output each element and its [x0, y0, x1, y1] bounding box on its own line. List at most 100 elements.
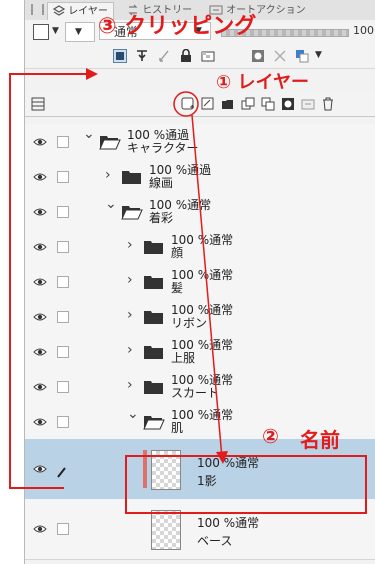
folder-expand-icon[interactable]: ›	[127, 342, 133, 358]
folder-icon	[144, 276, 163, 289]
layer-name-label[interactable]: 1影	[197, 472, 259, 490]
lock-icon[interactable]	[179, 49, 193, 63]
panel-grip-icon[interactable]	[31, 4, 44, 15]
layers-icon	[53, 5, 65, 16]
visibility-eye-icon[interactable]	[33, 277, 47, 287]
layer-name-label: リボン	[171, 316, 208, 330]
layer-name: 100 %通常髪	[171, 269, 233, 295]
folder-row[interactable]: ⌄ 100 %通常 着彩	[25, 194, 375, 230]
folder-expand-icon[interactable]: ›	[127, 237, 133, 253]
layer-row[interactable]: 100 %通常 ベース	[25, 499, 375, 560]
layer-name: 100 %通常 着彩	[149, 199, 211, 225]
layer-name-label: 顔	[171, 246, 184, 260]
folder-icon	[144, 311, 163, 324]
draft-layer-icon[interactable]	[157, 49, 171, 63]
folder-icon	[122, 171, 141, 184]
layer-lock-checkbox[interactable]	[57, 206, 69, 218]
folder-row[interactable]: › 100 %通常 スカート	[25, 369, 375, 405]
annotation-2-text: 名前	[300, 428, 340, 452]
folder-row[interactable]: › 100 %通常 リボン	[25, 299, 375, 335]
swatch-dropdown-icon[interactable]: ▼	[52, 26, 59, 36]
visibility-eye-icon[interactable]	[33, 382, 47, 392]
folder-row[interactable]: ⌄ 100 %通過 キャラクター	[25, 124, 375, 160]
layer-name: 100 %通常 スカート	[171, 374, 233, 400]
folder-collapse-icon[interactable]: ⌄	[127, 406, 139, 422]
folder-row[interactable]: › 100 %通常顔	[25, 229, 375, 265]
folder-row[interactable]: › 100 %通過 線画	[25, 159, 375, 195]
folder-icon	[144, 241, 163, 254]
layer-lock-checkbox[interactable]	[57, 311, 69, 323]
annotation-3: ③ クリッピング	[98, 14, 257, 39]
copy-layer-icon[interactable]	[241, 97, 255, 111]
layer-name-label: 着彩	[149, 211, 174, 225]
visibility-eye-icon[interactable]	[33, 242, 47, 252]
layer-lock-checkbox[interactable]	[57, 171, 69, 183]
visibility-eye-icon[interactable]	[33, 172, 47, 182]
layer-color-dropdown-icon[interactable]: ▼	[315, 50, 322, 60]
clipping-indicator	[143, 450, 147, 488]
folder-expand-icon[interactable]: ›	[127, 272, 133, 288]
mask-enable-icon[interactable]	[251, 49, 265, 63]
visibility-eye-icon[interactable]	[33, 524, 47, 534]
visibility-eye-icon[interactable]	[33, 417, 47, 427]
layer-lock-checkbox[interactable]	[57, 416, 69, 428]
folder-row[interactable]: › 100 %通常髪	[25, 264, 375, 300]
expression-color-select[interactable]: ▼	[65, 22, 95, 42]
layer-lock-checkbox[interactable]	[57, 346, 69, 358]
open-folder-icon	[99, 136, 121, 150]
open-folder-icon	[121, 206, 143, 220]
folder-expand-icon[interactable]: ›	[105, 167, 111, 183]
layer-thumbnail	[151, 510, 181, 550]
layer-lock-checkbox[interactable]	[57, 381, 69, 393]
layer-name: 100 %通常肌	[171, 409, 233, 435]
lock-transparent-icon[interactable]	[201, 49, 215, 63]
visibility-eye-icon[interactable]	[33, 207, 47, 217]
editing-pen-icon[interactable]	[57, 463, 67, 478]
clip-to-lower-icon[interactable]	[113, 49, 127, 63]
new-raster-layer-icon[interactable]	[181, 97, 195, 111]
layer-name-label: 髪	[171, 281, 184, 295]
visibility-eye-icon[interactable]	[33, 312, 47, 322]
layer-name-label: 線画	[149, 176, 174, 190]
layer-name: 100 %通過 キャラクター	[127, 129, 199, 155]
layer-color-icon[interactable]	[295, 49, 309, 63]
reference-layer-icon[interactable]	[135, 49, 149, 63]
visibility-eye-icon[interactable]	[33, 347, 47, 357]
folder-expand-icon[interactable]: ›	[127, 377, 133, 393]
folder-expand-icon[interactable]: ›	[127, 307, 133, 323]
visibility-eye-icon[interactable]	[33, 464, 47, 474]
layer-blend-label: 100 %通常	[197, 456, 260, 470]
layer-panel: レイヤー ヒストリー オートアクション ▼ ▼ 通常 ▼ 100 ⌃ ▼	[24, 0, 375, 564]
panel-menu-icon[interactable]	[31, 97, 45, 111]
layer-name: 100 %通常 上服	[171, 339, 233, 365]
opacity-value[interactable]: 100	[353, 24, 374, 37]
layer-name-label: 肌	[171, 421, 184, 435]
layer-name: 100 %通常 ベース	[197, 514, 259, 550]
layer-lock-checkbox[interactable]	[57, 523, 69, 535]
ruler-icon[interactable]	[273, 49, 287, 63]
annotation-1: ① レイヤー	[216, 72, 309, 93]
folder-collapse-icon[interactable]: ⌄	[105, 196, 117, 212]
new-folder-icon[interactable]	[221, 97, 235, 111]
merge-icon[interactable]	[261, 97, 275, 111]
folder-icon	[144, 346, 163, 359]
layer-name: 100 %通過 線画	[149, 164, 211, 190]
folder-row[interactable]: › 100 %通常 上服	[25, 334, 375, 370]
annotation-2-number: ②	[262, 424, 279, 448]
new-vector-layer-icon[interactable]	[201, 97, 215, 111]
layer-name-label: キャラクター	[127, 141, 199, 155]
visibility-eye-icon[interactable]	[33, 137, 47, 147]
folder-collapse-icon[interactable]: ⌄	[83, 126, 95, 142]
layer-lock-checkbox[interactable]	[57, 276, 69, 288]
layer-name-label: 上服	[171, 351, 196, 365]
layer-lock-checkbox[interactable]	[57, 241, 69, 253]
layer-name-label[interactable]: ベース	[197, 532, 259, 550]
layer-option-bar: ▼	[25, 44, 375, 69]
folder-icon	[144, 381, 163, 394]
layer-color-swatch[interactable]	[33, 24, 49, 40]
mask-icon[interactable]	[281, 97, 295, 111]
transfer-icon[interactable]	[301, 97, 315, 111]
delete-icon[interactable]	[321, 97, 335, 111]
layer-lock-checkbox[interactable]	[57, 136, 69, 148]
layer-command-bar	[25, 92, 375, 117]
